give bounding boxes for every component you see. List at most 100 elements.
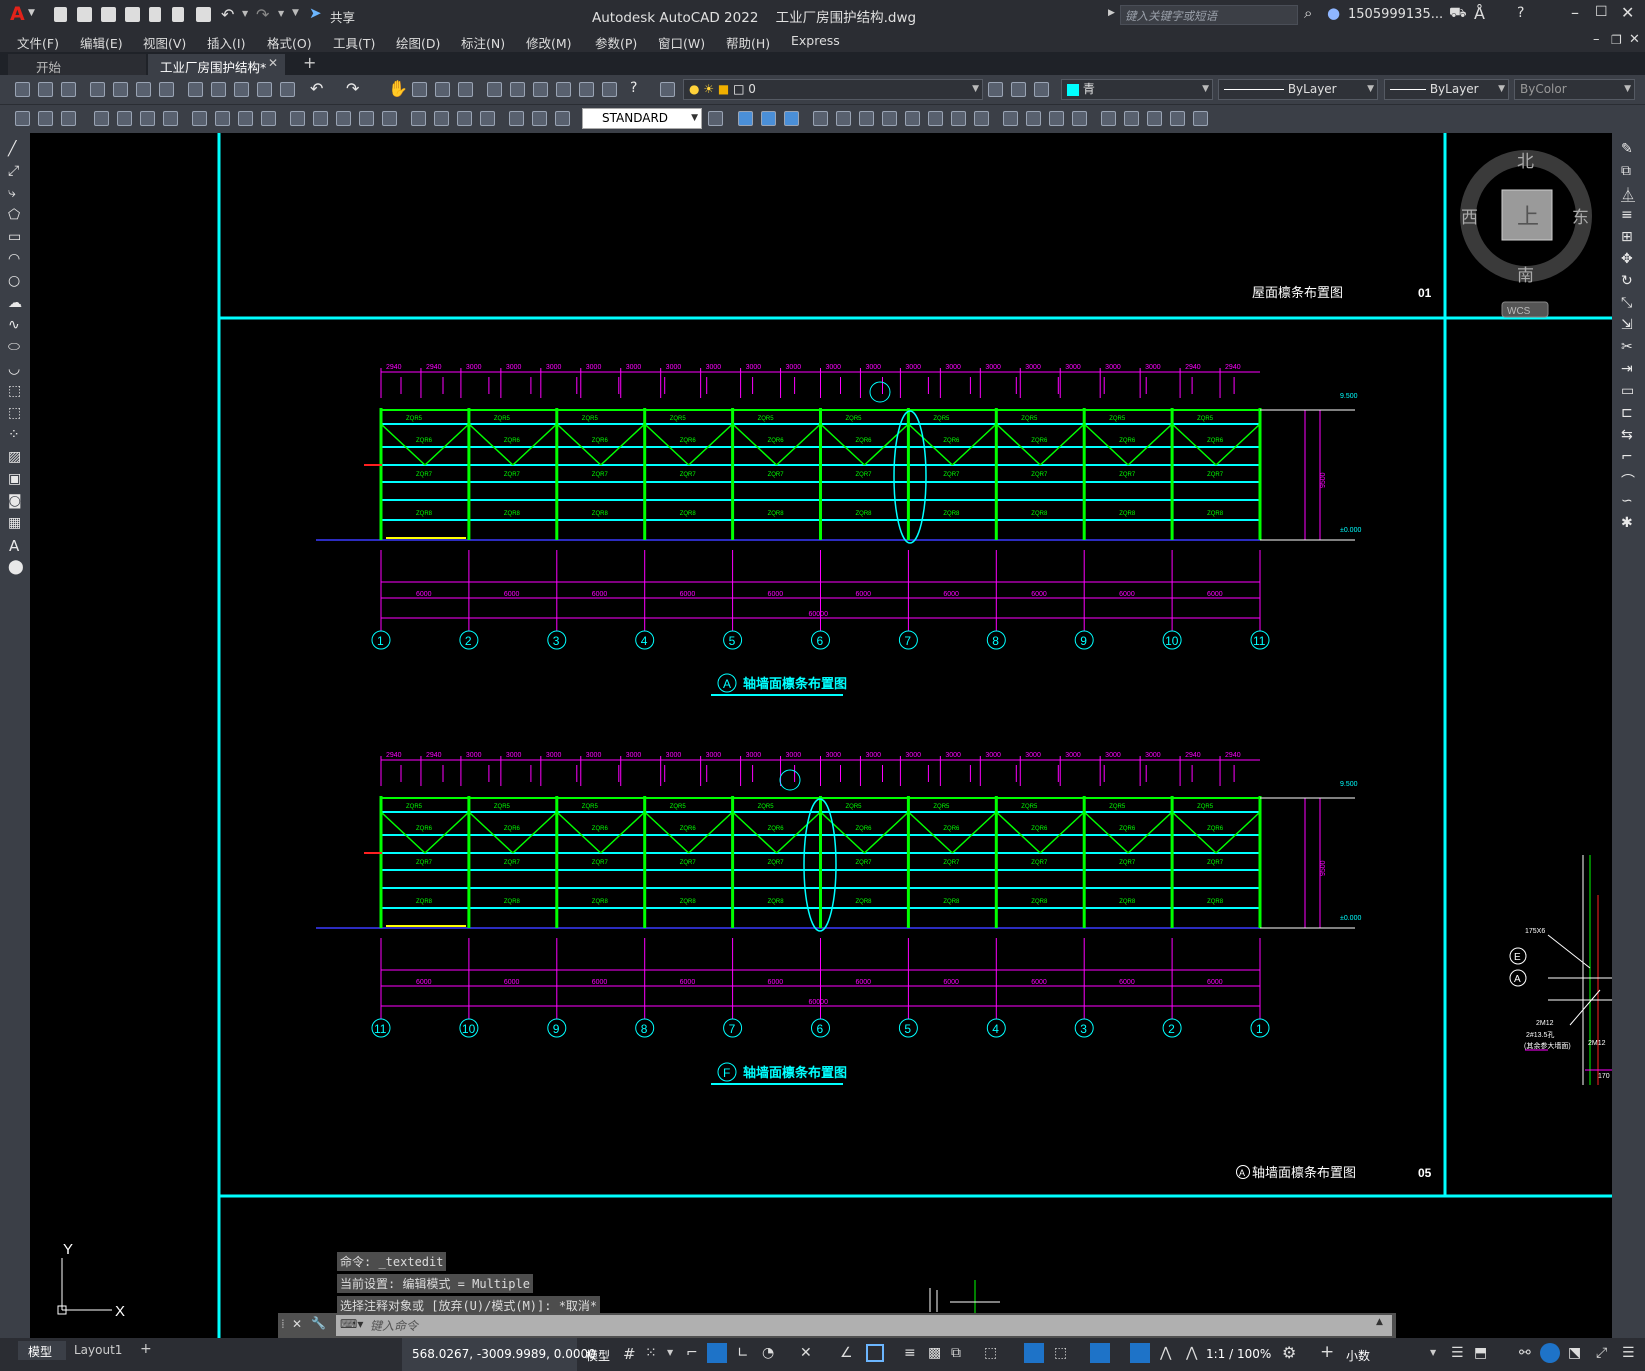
table-icon[interactable]: ▦ (8, 515, 21, 531)
circle-icon[interactable]: ○ (8, 273, 20, 289)
cart-icon[interactable]: ⛟ (1449, 5, 1467, 23)
help-icon[interactable]: ? (1517, 5, 1524, 21)
gizmo-icon[interactable] (1090, 1343, 1110, 1363)
plotstyle-dropdown[interactable]: ByColor ▼ (1514, 79, 1635, 100)
extend-icon[interactable]: ⇥ (1621, 361, 1633, 377)
menu-parametric[interactable]: 参数(P) (595, 33, 637, 52)
save-as-icon[interactable] (125, 7, 140, 22)
redo-tool-icon[interactable]: ↷ (346, 79, 359, 98)
dim-tool-2-icon[interactable] (38, 111, 53, 126)
dim-radius-icon[interactable] (192, 111, 207, 126)
dim-angular-icon[interactable] (261, 111, 276, 126)
tab-start[interactable]: 开始 (8, 54, 146, 75)
user-name[interactable]: 1505999135... (1348, 7, 1443, 22)
menu-draw[interactable]: 绘图(D) (396, 33, 440, 52)
ortho-icon[interactable]: ∟ (737, 1345, 749, 1361)
offset-icon[interactable]: ≡ (1621, 207, 1633, 223)
snap-arrow-icon[interactable]: ▼ (667, 1348, 673, 1357)
transparency-icon[interactable]: ▩ (928, 1345, 941, 1361)
design-center-icon[interactable] (510, 82, 525, 97)
layer-properties-icon[interactable] (660, 82, 675, 97)
tab-close-icon[interactable]: ✕ (268, 56, 278, 70)
ellipse-icon[interactable]: ⬭ (8, 339, 20, 355)
dimstyle-dropdown[interactable]: STANDARD ▼ (582, 108, 702, 129)
blend-curves-icon[interactable]: ∽ (1621, 493, 1633, 509)
linetype-dropdown[interactable]: ByLayer ▼ (1218, 79, 1378, 100)
help-tool-icon[interactable]: ? (630, 80, 637, 96)
hatch-icon[interactable]: ▨ (8, 449, 21, 465)
qnew-icon[interactable] (15, 82, 30, 97)
annotation-scale-icon[interactable]: ⋀ (1186, 1345, 1197, 1361)
menu-help[interactable]: 帮助(H) (726, 33, 770, 52)
menu-view[interactable]: 视图(V) (143, 33, 186, 52)
doc-restore-button[interactable]: ❐ (1611, 33, 1622, 47)
coordinates-readout[interactable]: 568.0267, -3009.9989, 0.0000 (402, 1338, 596, 1371)
menu-insert[interactable]: 插入(I) (207, 33, 245, 52)
dim-continue-icon[interactable] (336, 111, 351, 126)
redo-icon[interactable]: ↷ (256, 5, 269, 24)
selection-cycling-icon[interactable]: ⧉ (951, 1345, 961, 1361)
object-snap-icon[interactable] (866, 1344, 884, 1362)
publish-icon[interactable] (136, 82, 151, 97)
calculator-icon[interactable] (602, 82, 617, 97)
search-expand-icon[interactable]: ▶ (1108, 8, 1115, 18)
command-prompt-icon[interactable]: ⌨▾ (340, 1317, 363, 1331)
layer-dropdown[interactable]: ● ☀ ■ □ 0 ▼ (683, 79, 983, 100)
3d-osnap-icon[interactable]: ⬚ (984, 1345, 997, 1361)
dimstyle-icon[interactable] (708, 111, 723, 126)
open-web-icon[interactable] (149, 7, 161, 22)
add-selected-icon[interactable]: ⬤ (8, 559, 24, 575)
command-history-arrow-icon[interactable]: ▲ (1376, 1317, 1383, 1327)
drawing-canvas[interactable]: 屋面檩条布置图 01 A 轴墙面檩条布置图 05 2940 2940 3000 300… (30, 133, 1612, 1338)
copy-object-icon[interactable]: ⧉ (1621, 163, 1631, 179)
doc-minimize-button[interactable]: – (1593, 32, 1600, 47)
solid-6-icon[interactable] (1124, 111, 1139, 126)
drawing-svg[interactable]: 屋面檩条布置图 01 A 轴墙面檩条布置图 05 2940 2940 3000 300… (30, 133, 1612, 1338)
break-icon[interactable]: ⊏ (1621, 405, 1633, 421)
paste-icon[interactable] (234, 82, 249, 97)
autodesk-app-icon[interactable]: Å (1474, 4, 1485, 23)
viewcube-east[interactable]: 东 (1572, 208, 1589, 227)
match-prop-icon[interactable] (257, 82, 272, 97)
lock-ui-icon[interactable]: ⬒ (1474, 1345, 1487, 1361)
dim-update-icon[interactable] (555, 111, 570, 126)
save-icon[interactable] (101, 7, 116, 22)
dim-tool-1-icon[interactable] (15, 111, 30, 126)
command-customize-icon[interactable]: 🔧 (311, 1316, 326, 1330)
chamfer-icon[interactable]: ⌐ (1621, 449, 1633, 465)
open-file-icon[interactable] (77, 7, 92, 22)
zoom-window-icon[interactable] (435, 82, 450, 97)
plot-icon[interactable] (196, 7, 211, 22)
solid-5-icon[interactable] (1101, 111, 1116, 126)
customize-icon[interactable]: ▼ (292, 8, 299, 18)
object-snap-tracking-icon[interactable]: ∠ (840, 1345, 853, 1361)
grid-icon[interactable]: # (623, 1345, 636, 1363)
command-input[interactable]: ⌨▾ 键入命令 ▲ (336, 1315, 1392, 1336)
undo-tool-icon[interactable]: ↶ (310, 79, 323, 98)
modify-10-icon[interactable] (951, 111, 966, 126)
rectangle-icon[interactable]: ▭ (8, 229, 21, 245)
modify-8-icon[interactable] (905, 111, 920, 126)
maximize-button[interactable]: ☐ (1595, 4, 1608, 20)
zoom-realtime-icon[interactable] (412, 82, 427, 97)
hardware-accel-icon[interactable] (1540, 1343, 1560, 1363)
spline-icon[interactable]: ∿ (8, 317, 20, 333)
open-icon[interactable] (38, 82, 53, 97)
block-editor-icon[interactable] (280, 82, 295, 97)
line-icon[interactable]: ╱ (8, 141, 16, 157)
menu-modify[interactable]: 修改(M) (526, 33, 572, 52)
model-space-toggle[interactable]: 模型 (586, 1347, 610, 1364)
center-mark-icon[interactable] (434, 111, 449, 126)
close-button[interactable]: ✕ (1621, 3, 1634, 22)
doc-close-button[interactable]: ✕ (1629, 32, 1640, 47)
construction-line-icon[interactable]: ⤢ (8, 163, 19, 179)
rotate-icon[interactable]: ↻ (1621, 273, 1633, 289)
explode-icon[interactable]: ✱ (1621, 515, 1633, 531)
sheet-set-icon[interactable] (556, 82, 571, 97)
copy-icon[interactable] (211, 82, 226, 97)
solid-2-icon[interactable] (1026, 111, 1041, 126)
tab-model[interactable]: 模型 (18, 1341, 66, 1360)
modify-7-icon[interactable] (882, 111, 897, 126)
viewcube-south[interactable]: 南 (1517, 266, 1534, 285)
layer-match-icon[interactable] (1034, 82, 1049, 97)
